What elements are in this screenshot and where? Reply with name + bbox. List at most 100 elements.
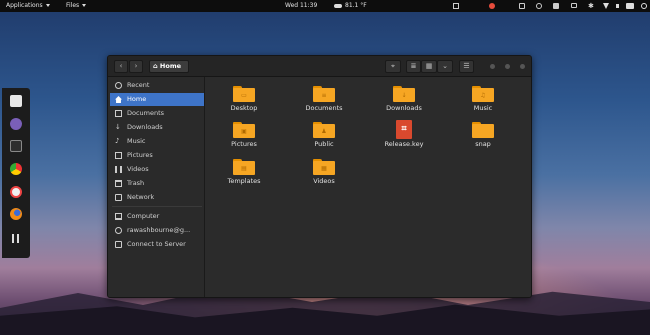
sidebar-item-downloads[interactable]: ↓ Downloads bbox=[110, 121, 204, 134]
workspace-icon[interactable] bbox=[453, 3, 459, 9]
clock-icon bbox=[115, 82, 122, 89]
sidebar-item-label: Music bbox=[127, 137, 146, 145]
firefox-icon[interactable] bbox=[10, 208, 22, 220]
sidebar-item-videos[interactable]: Videos bbox=[110, 163, 204, 176]
path-bar-home[interactable]: ⌂ Home bbox=[149, 60, 189, 73]
computer-icon bbox=[115, 213, 122, 220]
file-item-snap[interactable]: snap bbox=[453, 119, 513, 159]
weather-text: 81.1 °F bbox=[345, 2, 367, 9]
sidebar-item-label: Recent bbox=[127, 81, 150, 89]
sidebar-item-network[interactable]: Network bbox=[110, 191, 204, 204]
file-name: Public bbox=[314, 140, 334, 148]
sidebar-separator bbox=[112, 206, 202, 207]
folder-icon: ▦ bbox=[313, 159, 335, 175]
files-app-menu[interactable]: Files bbox=[66, 0, 87, 12]
view-options-icon[interactable]: ⌄ bbox=[437, 60, 453, 73]
forward-button[interactable]: › bbox=[129, 60, 143, 73]
sidebar-item-label: Documents bbox=[127, 109, 165, 117]
notes-icon[interactable] bbox=[519, 3, 525, 9]
sidebar-item-computer[interactable]: Computer bbox=[110, 210, 204, 223]
files-menu-label: Files bbox=[66, 2, 80, 9]
file-view: ▭ Desktop ≡ Documents ↓ Downloads ♫ Musi… bbox=[205, 77, 531, 297]
close-icon[interactable] bbox=[520, 64, 525, 69]
folder-icon: ▣ bbox=[233, 122, 255, 138]
file-item-videos[interactable]: ▦ Videos bbox=[294, 156, 354, 196]
file-item-desktop[interactable]: ▭ Desktop bbox=[214, 83, 274, 123]
folder-icon: ♟ bbox=[313, 122, 335, 138]
music-icon: ♪ bbox=[115, 137, 120, 145]
folder-icon bbox=[472, 122, 494, 138]
file-name: Documents bbox=[305, 104, 343, 112]
file-item-downloads[interactable]: ↓ Downloads bbox=[374, 83, 434, 123]
sidebar-item-trash[interactable]: Trash bbox=[110, 177, 204, 190]
sidebar-item-account[interactable]: rawashbourne@g... bbox=[110, 224, 204, 237]
chat-icon[interactable] bbox=[571, 3, 577, 9]
terminal-icon[interactable] bbox=[10, 140, 22, 152]
folder-icon: ▭ bbox=[233, 86, 255, 102]
sidebar-item-label: Computer bbox=[127, 212, 160, 220]
home-icon bbox=[115, 96, 122, 103]
cloud-icon bbox=[334, 3, 342, 8]
file-item-public[interactable]: ♟ Public bbox=[294, 119, 354, 159]
indicator-icon[interactable] bbox=[553, 3, 559, 9]
file-item-release-key[interactable]: ⌗ Release.key bbox=[374, 119, 434, 159]
sidebar-item-home[interactable]: Home bbox=[110, 93, 204, 106]
clipboard-icon[interactable] bbox=[536, 3, 542, 9]
power-icon[interactable] bbox=[641, 3, 647, 9]
weather-indicator[interactable]: 81.1 °F bbox=[334, 0, 367, 12]
back-button[interactable]: ‹ bbox=[114, 60, 128, 73]
file-name: Music bbox=[473, 104, 493, 112]
chevron-down-icon bbox=[45, 4, 50, 7]
do-not-disturb-icon[interactable] bbox=[489, 3, 495, 9]
chevron-down-icon bbox=[82, 4, 87, 7]
battery-icon[interactable] bbox=[626, 3, 634, 9]
file-item-music[interactable]: ♫ Music bbox=[453, 83, 513, 123]
list-view-icon[interactable]: ≣ bbox=[406, 60, 421, 73]
videos-icon bbox=[115, 166, 122, 173]
account-icon bbox=[115, 227, 122, 234]
applications-menu[interactable]: Applications bbox=[6, 0, 50, 12]
maximize-icon[interactable] bbox=[505, 64, 510, 69]
sidebar-item-pictures[interactable]: Pictures bbox=[110, 149, 204, 162]
path-label: Home bbox=[159, 62, 182, 70]
menu-icon[interactable]: ☰ bbox=[459, 60, 474, 73]
file-item-templates[interactable]: ▤ Templates bbox=[214, 156, 274, 196]
clock[interactable]: Wed 11:39 bbox=[285, 0, 317, 12]
location-icon[interactable]: ⌖ bbox=[385, 60, 401, 73]
sidebar: Recent Home Documents ↓ Downloads ♪ Musi… bbox=[108, 77, 205, 297]
documents-icon bbox=[115, 110, 122, 117]
top-panel: Applications Files Wed 11:39 81.1 °F ✱ bbox=[0, 0, 650, 12]
dock bbox=[2, 88, 30, 258]
file-name: Templates bbox=[227, 177, 261, 185]
sidebar-item-label: Trash bbox=[127, 179, 145, 187]
file-name: Pictures bbox=[231, 140, 257, 148]
wifi-icon[interactable] bbox=[603, 3, 609, 9]
sidebar-item-label: Videos bbox=[127, 165, 149, 173]
grid-view-icon[interactable]: ▦ bbox=[421, 60, 437, 73]
applications-label: Applications bbox=[6, 2, 43, 9]
pictures-icon bbox=[115, 152, 122, 159]
bluetooth-icon[interactable]: ✱ bbox=[588, 3, 594, 10]
file-name: Desktop bbox=[230, 104, 258, 112]
header-bar: ‹ › ⌂ Home ⌖ ≣ ▦ ⌄ ☰ bbox=[108, 56, 531, 77]
sidebar-item-connect-server[interactable]: Connect to Server bbox=[110, 238, 204, 251]
software-center-icon[interactable] bbox=[10, 95, 22, 107]
folder-icon: ≡ bbox=[313, 86, 335, 102]
app-grid-icon[interactable] bbox=[12, 234, 21, 243]
file-manager-window: ‹ › ⌂ Home ⌖ ≣ ▦ ⌄ ☰ Recent Home Documen… bbox=[107, 55, 532, 298]
help-icon[interactable] bbox=[10, 186, 22, 198]
sidebar-item-label: Home bbox=[127, 95, 147, 103]
minimize-icon[interactable] bbox=[490, 64, 495, 69]
chrome-icon[interactable] bbox=[10, 163, 22, 175]
folder-icon: ♫ bbox=[472, 86, 494, 102]
sidebar-item-label: rawashbourne@g... bbox=[127, 226, 191, 234]
sidebar-item-music[interactable]: ♪ Music bbox=[110, 135, 204, 148]
volume-icon[interactable] bbox=[616, 3, 622, 9]
settings-icon[interactable] bbox=[10, 118, 22, 130]
file-name: snap bbox=[475, 140, 491, 148]
file-item-documents[interactable]: ≡ Documents bbox=[294, 83, 354, 123]
file-item-pictures[interactable]: ▣ Pictures bbox=[214, 119, 274, 159]
sidebar-item-documents[interactable]: Documents bbox=[110, 107, 204, 120]
sidebar-item-label: Downloads bbox=[127, 123, 163, 131]
sidebar-item-recent[interactable]: Recent bbox=[110, 79, 204, 92]
